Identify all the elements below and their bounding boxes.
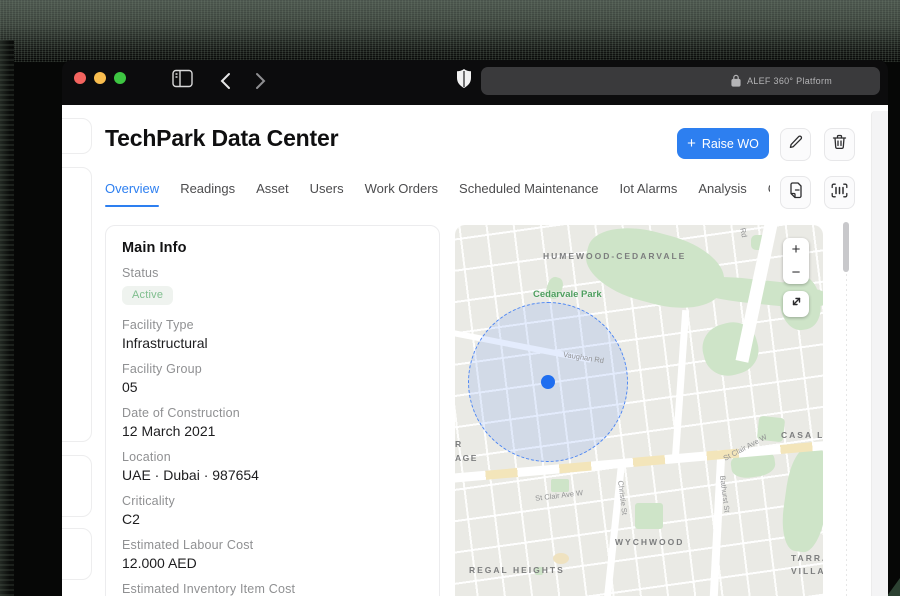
plus-icon: +	[687, 135, 696, 152]
left-edge-card-sliver	[62, 528, 92, 580]
tab-overview[interactable]: Overview	[105, 181, 160, 207]
barcode-icon	[831, 183, 848, 203]
zoom-in-button[interactable]: +	[783, 238, 809, 261]
map-label-neighborhood: VILLAGE	[791, 566, 823, 576]
expand-icon	[790, 295, 803, 313]
map-poi	[553, 553, 569, 564]
left-edge-card-sliver	[62, 118, 92, 154]
desktop-background-corner	[887, 578, 900, 596]
map-label-neighborhood: REGAL HEIGHTS	[469, 565, 565, 575]
tab-users[interactable]: Users	[310, 181, 344, 207]
document-export-button[interactable]	[780, 176, 811, 209]
delete-button[interactable]	[824, 128, 855, 161]
map-label-clipped: R	[455, 439, 463, 449]
desktop-background	[0, 0, 900, 62]
map-label-neighborhood: HUMEWOOD-CEDARVALE	[543, 251, 687, 261]
tab-scheduled-maintenance[interactable]: Scheduled Maintenance	[459, 181, 599, 207]
left-edge-card-sliver	[62, 455, 92, 517]
field-label: Date of Construction	[122, 406, 240, 420]
minimize-window-button[interactable]	[94, 72, 106, 84]
map-label-neighborhood: TARRAGON	[791, 553, 823, 563]
map-label-clipped: AGE	[455, 453, 478, 463]
tab-iot-alarms[interactable]: Iot Alarms	[620, 181, 678, 207]
browser-window: ALEF 360° Platform TechPark Data Center …	[62, 60, 888, 596]
field-label: Location	[122, 450, 171, 464]
fullscreen-window-button[interactable]	[114, 72, 126, 84]
page-title: TechPark Data Center	[105, 125, 339, 151]
map-park-area	[578, 225, 732, 320]
desktop-background-left	[0, 40, 14, 596]
map-label-road: St Clair Ave W	[534, 488, 584, 503]
map-label-park: Cedarvale Park	[533, 289, 602, 300]
tab-work-orders[interactable]: Work Orders	[365, 181, 438, 207]
facility-location-dot[interactable]	[541, 375, 555, 389]
browser-titlebar: ALEF 360° Platform	[62, 60, 888, 105]
map-label-neighborhood: WYCHWOOD	[615, 537, 685, 547]
facility-map[interactable]: HUMEWOOD-CEDARVALE Cedarvale Park Vaugha…	[455, 225, 823, 596]
field-value: C2	[122, 511, 140, 527]
tab-asset[interactable]: Asset	[256, 181, 289, 207]
field-value: UAE · Dubai · 987654	[122, 467, 259, 483]
address-bar[interactable]: ALEF 360° Platform	[481, 67, 880, 95]
scrollbar-gutter	[871, 111, 888, 596]
pencil-icon	[788, 134, 804, 155]
field-value: 12.000 AED	[122, 555, 197, 571]
tab-readings[interactable]: Readings	[180, 181, 235, 207]
map-fullscreen-button[interactable]	[783, 291, 809, 317]
lock-icon	[731, 74, 741, 89]
trash-icon	[832, 134, 847, 155]
zoom-out-button[interactable]: −	[783, 261, 809, 284]
left-edge-card-sliver	[62, 167, 92, 442]
tab-contracts-clipped[interactable]: Co	[768, 181, 770, 207]
address-url-text: ALEF 360° Platform	[747, 76, 833, 86]
field-value: 05	[122, 379, 138, 395]
map-label-road: Rd	[738, 227, 749, 239]
map-road	[708, 449, 726, 596]
main-info-heading: Main Info	[122, 240, 187, 256]
scrollbar-thumb[interactable]	[843, 222, 849, 272]
map-zoom-control: + −	[783, 238, 809, 284]
raise-wo-label: Raise WO	[701, 136, 759, 151]
field-label: Facility Group	[122, 362, 202, 376]
map-road	[671, 309, 690, 461]
main-info-card: Main Info Status Active Facility Type In…	[105, 225, 440, 596]
field-value: Infrastructural	[122, 335, 208, 351]
edit-button[interactable]	[780, 128, 811, 161]
map-label-neighborhood: CASA LOMA	[781, 430, 823, 440]
field-label: Criticality	[122, 494, 175, 508]
shield-icon[interactable]	[456, 68, 472, 95]
forward-button[interactable]	[255, 72, 266, 95]
window-controls	[74, 72, 126, 84]
document-icon	[788, 181, 804, 204]
field-label: Estimated Labour Cost	[122, 538, 254, 552]
back-button[interactable]	[220, 72, 231, 95]
map-park-area	[777, 444, 823, 555]
map-park-area	[635, 503, 663, 529]
raise-wo-button[interactable]: + Raise WO	[677, 128, 769, 159]
status-label: Status	[122, 266, 159, 280]
field-label: Facility Type	[122, 318, 194, 332]
field-value: 12 March 2021	[122, 423, 216, 439]
scrollbar-track	[846, 272, 847, 596]
page-viewport: TechPark Data Center + Raise WO Overview…	[62, 105, 888, 596]
barcode-scan-button[interactable]	[824, 176, 855, 209]
tab-analysis[interactable]: Analysis	[698, 181, 746, 207]
sidebar-toggle-icon[interactable]	[172, 69, 193, 93]
field-label: Estimated Inventory Item Cost	[122, 582, 296, 596]
status-badge: Active	[122, 286, 174, 305]
close-window-button[interactable]	[74, 72, 86, 84]
tab-bar: Overview Readings Asset Users Work Order…	[105, 181, 770, 207]
